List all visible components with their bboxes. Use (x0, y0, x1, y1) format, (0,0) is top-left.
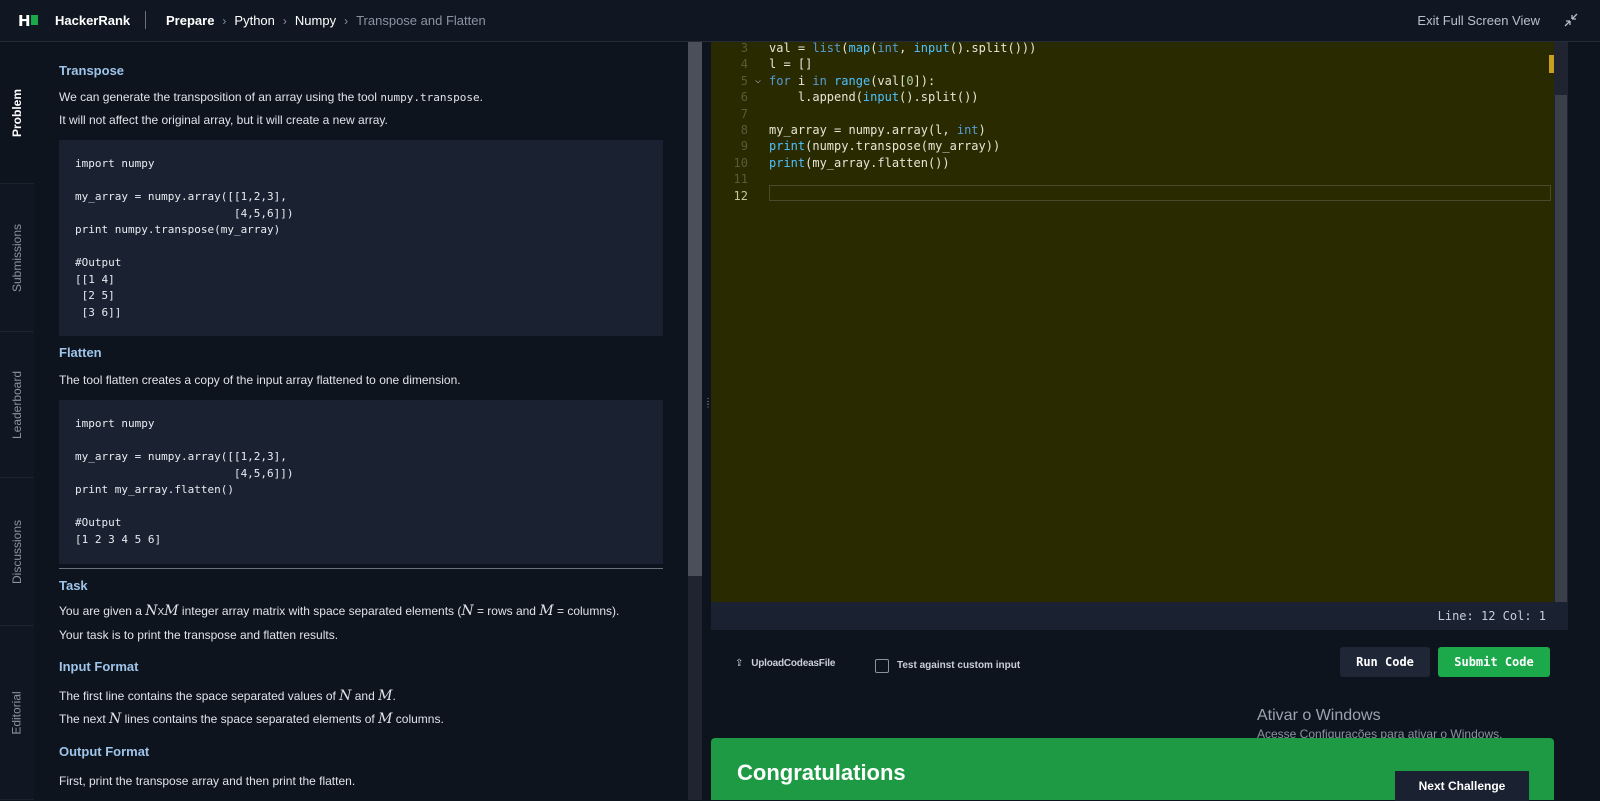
next-challenge-button[interactable]: Next Challenge (1395, 771, 1529, 801)
line-number: 8 (740, 123, 748, 137)
code-text[interactable]: print(my_array.flatten()) (769, 155, 950, 172)
tab-submissions-label: Submissions (10, 223, 24, 292)
code-line[interactable]: 6 l.append(input().split()) (711, 89, 1554, 106)
breadcrumb-python[interactable]: Python (234, 13, 274, 28)
problem-statement: Transpose We can generate the transposit… (34, 42, 686, 800)
tab-editorial-label: Editorial (10, 690, 25, 735)
editor-status-bar: Line: 12 Col: 1 (711, 602, 1568, 630)
top-bar: H HackerRank Prepare › Python › Numpy › … (0, 0, 1600, 42)
transpose-heading: Transpose (59, 63, 125, 78)
breadcrumb-numpy[interactable]: Numpy (295, 13, 336, 28)
line-number: 12 (733, 188, 748, 203)
task-paragraph-2: Your task is to print the transpose and … (59, 628, 339, 642)
line-number: 7 (740, 106, 748, 121)
code-text[interactable]: print(numpy.transpose(my_array)) (769, 138, 1000, 155)
brand-name[interactable]: HackerRank (55, 13, 130, 28)
tab-leaderboard-label: Leaderboard (10, 370, 24, 439)
chevron-right-icon: › (222, 13, 227, 28)
output-format-paragraph: First, print the transpose array and the… (59, 774, 356, 788)
upload-label: UploadCodeasFile (751, 658, 836, 669)
line-number: 4 (740, 57, 748, 72)
input-format-paragraph-2: The next N lines contains the space sepa… (59, 711, 444, 727)
submit-code-button[interactable]: Submit Code (1438, 647, 1550, 677)
collapse-icon[interactable] (1564, 13, 1578, 27)
breadcrumb: Prepare › Python › Numpy › Transpose and… (166, 13, 486, 28)
breadcrumb-current: Transpose and Flatten (356, 13, 486, 28)
side-tabs: Problem Submissions Leaderboard Discussi… (0, 42, 34, 800)
code-text[interactable]: for i in range(val[0]): (769, 73, 935, 90)
custom-input-label[interactable]: Test against custom input (897, 660, 1020, 671)
run-code-button[interactable]: Run Code (1340, 647, 1430, 677)
flatten-paragraph: The tool flatten creates a copy of the i… (59, 373, 461, 387)
code-line[interactable]: 10 print(my_array.flatten()) (711, 155, 1554, 172)
congratulations-title: Congratulations (737, 760, 906, 785)
code-text[interactable]: my_array = numpy.array(l, int) (769, 122, 986, 139)
code-text[interactable]: l = [] (769, 56, 812, 73)
input-format-paragraph-1: The first line contains the space separa… (59, 688, 396, 704)
code-line[interactable]: 5 ⌵ for i in range(val[0]): (711, 73, 1554, 90)
input-format-heading: Input Format (59, 659, 139, 674)
code-line[interactable]: 4 l = [] (711, 56, 1554, 73)
code-line[interactable]: 12 (711, 188, 1554, 205)
tab-discussions[interactable]: Discussions (0, 478, 34, 626)
transpose-paragraph-2: It will not affect the original array, b… (59, 113, 388, 127)
tab-problem[interactable]: Problem (0, 42, 34, 184)
output-format-heading: Output Format (59, 744, 150, 759)
line-number: 3 (740, 42, 748, 55)
code-text[interactable]: val = list(map(int, input().split())) (769, 42, 1036, 57)
code-line[interactable]: 11 (711, 171, 1554, 188)
cursor-position: Line: 12 Col: 1 (1437, 609, 1546, 623)
hackerrank-logo-icon[interactable]: H (18, 12, 40, 30)
code-line[interactable]: 7 (711, 106, 1554, 123)
tab-problem-label: Problem (10, 88, 25, 137)
editor-scroll-marker (1549, 55, 1554, 73)
line-number: 9 (740, 139, 748, 154)
task-heading: Task (59, 578, 88, 593)
task-paragraph-1: You are given a NXM integer array matrix… (59, 603, 620, 619)
tab-leaderboard[interactable]: Leaderboard (0, 332, 34, 478)
problem-scrollbar-thumb[interactable] (688, 42, 702, 576)
exit-fullscreen-link[interactable]: Exit Full Screen View (1417, 13, 1540, 28)
flatten-code-block: import numpy my_array = numpy.array([[1,… (59, 400, 663, 564)
flatten-heading: Flatten (59, 345, 102, 360)
tab-editorial[interactable]: Editorial (0, 626, 34, 800)
breadcrumb-prepare[interactable]: Prepare (166, 13, 214, 28)
chevron-right-icon: › (344, 13, 349, 28)
upload-code-button[interactable]: ⇪ UploadCodeasFile (735, 658, 835, 669)
editor-scrollbar-thumb[interactable] (1555, 95, 1567, 602)
code-line[interactable]: 8 my_array = numpy.array(l, int) (711, 122, 1554, 139)
line-number: 11 (733, 172, 748, 187)
action-bar (711, 630, 1568, 730)
line-number: 6 (740, 90, 748, 105)
upload-icon: ⇪ (735, 658, 744, 669)
code-editor[interactable]: 3 val = list(map(int, input().split())) 4 l… (711, 42, 1554, 602)
header-separator (145, 11, 146, 29)
transpose-paragraph-1: We can generate the transposition of an … (59, 90, 483, 104)
windows-activation-title: Ativar o Windows (1257, 707, 1381, 724)
code-text[interactable]: l.append(input().split()) (769, 89, 979, 106)
line-number: 5 (740, 73, 748, 88)
chevron-right-icon: › (282, 13, 287, 28)
line-number: 10 (733, 155, 748, 170)
drag-handle-icon[interactable]: ⋮⋮⋮⋮ (704, 398, 720, 424)
section-divider (59, 568, 663, 569)
code-line[interactable]: 3 val = list(map(int, input().split())) (711, 42, 1554, 57)
tab-discussions-label: Discussions (10, 519, 24, 584)
custom-input-checkbox[interactable] (875, 659, 889, 673)
tab-submissions[interactable]: Submissions (0, 184, 34, 332)
transpose-code-block: import numpy my_array = numpy.array([[1,… (59, 140, 663, 336)
code-line[interactable]: 9 print(numpy.transpose(my_array)) (711, 138, 1554, 155)
fold-chevron-icon[interactable]: ⌵ (755, 73, 761, 90)
congratulations-banner: Congratulations Next Challenge (711, 738, 1554, 801)
